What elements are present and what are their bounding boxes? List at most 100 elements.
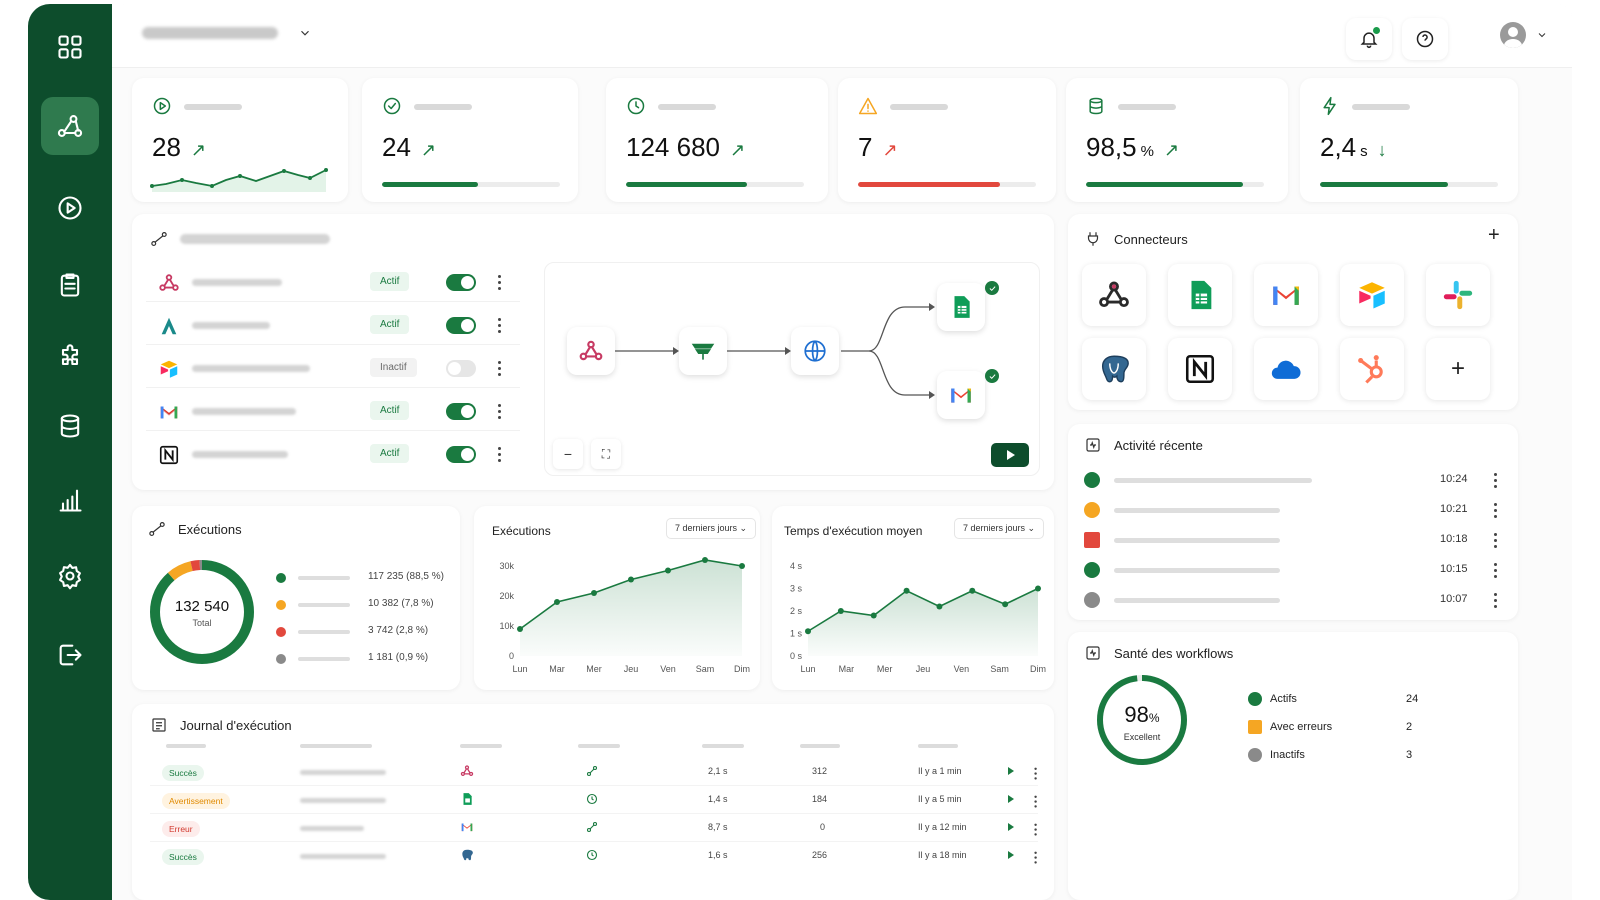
x-tick-label: Dim [734, 664, 750, 674]
workflow-toggle[interactable] [446, 360, 476, 377]
more-options-icon[interactable] [498, 318, 502, 334]
connector-slack[interactable] [1426, 264, 1490, 326]
workflow-row[interactable]: Actif [146, 262, 520, 302]
date-range-select[interactable]: 7 derniers jours ⌄ [666, 518, 757, 539]
workflow-name [192, 408, 296, 415]
more-options-icon[interactable] [1494, 563, 1498, 579]
more-options-icon[interactable] [1034, 767, 1037, 781]
table-row[interactable]: Avertissement 1,4 s 184 Il y a 5 min [150, 786, 1038, 814]
workflow-toggle[interactable] [446, 446, 476, 463]
workflow-row[interactable]: Actif [146, 305, 520, 345]
connector-airtable[interactable] [1340, 264, 1404, 326]
help-button[interactable] [1402, 18, 1448, 60]
more-options-icon[interactable] [498, 361, 502, 377]
status-badge: Actif [370, 401, 410, 420]
activity-row[interactable]: 10:18 [1084, 526, 1500, 556]
check-circle-icon [382, 96, 402, 116]
executions-line-chart: 0 10k 20k 30k Lun Mar Mer Jeu Ven Sam Dim [499, 557, 750, 674]
replay-icon[interactable] [1008, 823, 1014, 831]
more-options-icon[interactable] [1494, 533, 1498, 549]
more-options-icon[interactable] [498, 404, 502, 420]
connector-hubspot[interactable] [1340, 338, 1404, 400]
workflow-row[interactable]: Actif [146, 434, 520, 474]
table-row[interactable]: Erreur 8,7 s 0 Il y a 12 min [150, 814, 1038, 842]
kpi-label [184, 104, 242, 110]
run-workflow-button[interactable] [991, 443, 1029, 467]
link-icon [586, 765, 598, 777]
connector-google-sheets[interactable] [1168, 264, 1232, 326]
add-connector-button[interactable]: + [1488, 224, 1500, 247]
workflow-toggle[interactable] [446, 403, 476, 420]
relative-time: Il y a 1 min [918, 766, 962, 776]
activity-row[interactable]: 10:21 [1084, 496, 1500, 526]
replay-icon[interactable] [1008, 767, 1014, 775]
workflow-toggle[interactable] [446, 274, 476, 291]
sidebar-item-logs[interactable] [41, 256, 99, 314]
relative-time: Il y a 12 min [918, 822, 967, 832]
flow-node-http[interactable] [791, 327, 839, 375]
sidebar-item-integrations[interactable] [41, 328, 99, 386]
user-menu[interactable] [1500, 22, 1548, 48]
sidebar-item-dashboard[interactable] [41, 18, 99, 76]
table-row[interactable]: Succès 2,1 s 312 Il y a 1 min [150, 758, 1038, 786]
more-options-icon[interactable] [498, 447, 502, 463]
connector-add[interactable]: + [1426, 338, 1490, 400]
activity-row[interactable]: 10:15 [1084, 556, 1500, 586]
replay-icon[interactable] [1008, 795, 1014, 803]
workflow-row[interactable]: Actif [146, 391, 520, 431]
flow-node-gmail[interactable] [937, 371, 985, 419]
connector-cloud[interactable] [1254, 338, 1318, 400]
workflow-toggle[interactable] [446, 317, 476, 334]
health-item-errors: Avec erreurs 2 [1248, 718, 1424, 738]
sidebar-item-workflows[interactable] [41, 97, 99, 155]
operations-count: 312 [812, 766, 828, 776]
grid-icon [58, 35, 82, 59]
health-score-label: Excellent [1123, 732, 1161, 742]
activity-text [1114, 478, 1312, 483]
a-logo-icon [161, 317, 177, 335]
check-icon [1248, 692, 1262, 706]
column-header [166, 744, 206, 748]
date-range-select[interactable]: 7 derniers jours ⌄ [954, 518, 1045, 539]
connector-webhook[interactable] [1082, 264, 1146, 326]
replay-icon[interactable] [1008, 851, 1014, 859]
webhook-icon [1099, 281, 1129, 308]
sidebar-item-data[interactable] [41, 397, 99, 455]
connector-postgresql[interactable] [1082, 338, 1146, 400]
activity-row[interactable]: 10:07 [1084, 586, 1500, 616]
data-point [1035, 585, 1041, 592]
x-tick-label: Jeu [916, 664, 931, 674]
sidebar-item-executions[interactable] [41, 179, 99, 237]
more-options-icon[interactable] [1034, 823, 1037, 837]
flow-node-filter[interactable] [679, 327, 727, 375]
more-options-icon[interactable] [1494, 593, 1498, 609]
zoom-out-button[interactable]: − [553, 439, 583, 469]
topbar [112, 4, 1572, 68]
connector-gmail[interactable] [1254, 264, 1318, 326]
notifications-button[interactable] [1346, 18, 1392, 60]
workflow-canvas[interactable]: − ⛶ [544, 262, 1040, 476]
flow-node-sheets[interactable] [937, 283, 985, 331]
table-row[interactable]: Succès 1,6 s 256 Il y a 18 min [150, 842, 1038, 870]
status-badge: Avertissement [162, 793, 230, 809]
activity-time: 10:07 [1440, 593, 1468, 605]
activity-time: 10:18 [1440, 533, 1468, 545]
kpi-value: 7 ↗ [858, 132, 898, 162]
workflow-row[interactable]: Inactif [146, 348, 520, 388]
more-options-icon[interactable] [1494, 473, 1498, 489]
more-options-icon[interactable] [1034, 795, 1037, 809]
flow-node-webhook[interactable] [567, 327, 615, 375]
link-icon [586, 821, 598, 833]
more-options-icon[interactable] [1034, 851, 1037, 865]
connector-notion[interactable] [1168, 338, 1232, 400]
postgresql-icon [1101, 355, 1129, 383]
sidebar-item-settings[interactable] [41, 547, 99, 605]
activity-row[interactable]: 10:24 [1084, 466, 1500, 496]
x-tick-label: Ven [660, 664, 676, 674]
sidebar-item-analytics[interactable] [41, 471, 99, 529]
workspace-selector[interactable] [142, 26, 312, 40]
sidebar-item-logout[interactable] [41, 626, 99, 684]
more-options-icon[interactable] [498, 275, 502, 291]
fit-view-button[interactable]: ⛶ [591, 439, 621, 469]
more-options-icon[interactable] [1494, 503, 1498, 519]
